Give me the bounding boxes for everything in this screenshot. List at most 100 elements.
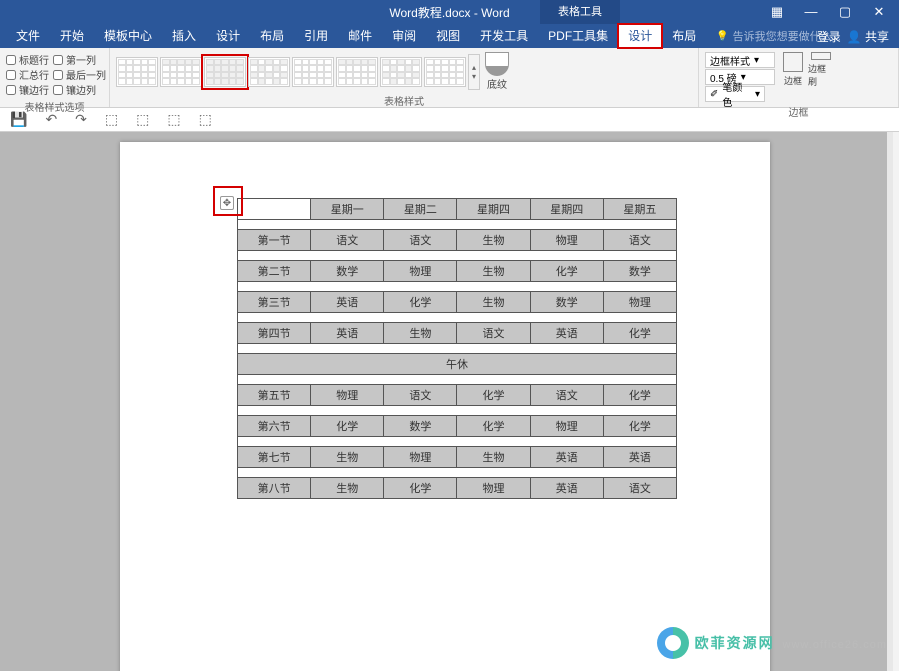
close-icon[interactable]: ✕ (871, 4, 887, 20)
schedule-table[interactable]: 星期一星期二星期四星期四星期五第一节语文语文生物物理语文第二节数学物理生物化学数… (237, 198, 677, 499)
table-cell[interactable]: 化学 (457, 416, 530, 437)
opt-first-col[interactable]: 第一列 (53, 52, 106, 67)
tab-template[interactable]: 模板中心 (94, 24, 162, 48)
tab-insert[interactable]: 插入 (162, 24, 206, 48)
style-thumb-7[interactable] (380, 57, 422, 87)
save-icon[interactable]: 💾 (10, 111, 27, 128)
table-cell[interactable]: 午休 (238, 354, 677, 375)
style-thumb-5[interactable] (292, 57, 334, 87)
table-cell[interactable]: 化学 (603, 416, 676, 437)
table-cell[interactable]: 英语 (530, 447, 603, 468)
tab-table-design[interactable]: 设计 (618, 24, 662, 48)
opt-banded-row[interactable]: 镶边行 (6, 82, 49, 97)
shading-button[interactable]: 底纹 (482, 52, 512, 91)
table-cell[interactable]: 物理 (311, 385, 384, 406)
table-cell[interactable]: 星期四 (457, 199, 530, 220)
table-cell[interactable]: 生物 (457, 292, 530, 313)
table-cell[interactable]: 物理 (457, 478, 530, 499)
table-cell[interactable]: 生物 (311, 447, 384, 468)
table-cell[interactable]: 化学 (530, 261, 603, 282)
tab-references[interactable]: 引用 (294, 24, 338, 48)
table-cell[interactable]: 化学 (384, 478, 457, 499)
borders-button[interactable]: 边框 (780, 52, 806, 88)
tab-design[interactable]: 设计 (206, 24, 250, 48)
login-button[interactable]: 登录 (817, 28, 841, 45)
opt-last-col[interactable]: 最后一列 (53, 67, 106, 82)
maximize-icon[interactable]: ▢ (837, 4, 853, 20)
table-cell[interactable]: 第七节 (238, 447, 311, 468)
table-cell[interactable]: 化学 (457, 385, 530, 406)
table-cell[interactable]: 化学 (311, 416, 384, 437)
table-cell[interactable]: 数学 (384, 416, 457, 437)
table-cell[interactable]: 生物 (457, 447, 530, 468)
table-cell[interactable]: 语文 (384, 230, 457, 251)
table-cell[interactable]: 物理 (530, 230, 603, 251)
qat-icon-5[interactable]: ⬚ (136, 111, 149, 128)
table-cell[interactable]: 化学 (603, 323, 676, 344)
style-thumb-1[interactable] (116, 57, 158, 87)
tab-layout[interactable]: 布局 (250, 24, 294, 48)
table-cell[interactable]: 第五节 (238, 385, 311, 406)
tab-home[interactable]: 开始 (50, 24, 94, 48)
page[interactable]: ✥ 星期一星期二星期四星期四星期五第一节语文语文生物物理语文第二节数学物理生物化… (120, 142, 770, 671)
tab-file[interactable]: 文件 (6, 24, 50, 48)
table-cell[interactable]: 语文 (311, 230, 384, 251)
table-cell[interactable]: 语文 (603, 230, 676, 251)
styles-gallery-expand[interactable]: ▴▾ (468, 54, 480, 90)
table-cell[interactable]: 第六节 (238, 416, 311, 437)
tab-review[interactable]: 审阅 (382, 24, 426, 48)
pen-color-dropdown[interactable]: ✐ 笔颜色 ▾ (705, 86, 765, 102)
style-thumb-3[interactable] (204, 57, 246, 87)
minimize-icon[interactable]: — (803, 4, 819, 20)
table-cell[interactable]: 生物 (457, 261, 530, 282)
style-thumb-6[interactable] (336, 57, 378, 87)
tab-developer[interactable]: 开发工具 (470, 24, 538, 48)
table-cell[interactable]: 物理 (530, 416, 603, 437)
table-cell[interactable]: 第一节 (238, 230, 311, 251)
table-cell[interactable]: 英语 (530, 478, 603, 499)
table-cell[interactable]: 语文 (603, 478, 676, 499)
share-button[interactable]: 👤 共享 (847, 28, 889, 45)
redo-icon[interactable]: ↷ (75, 111, 87, 128)
opt-total-row[interactable]: 汇总行 (6, 67, 49, 82)
table-cell[interactable]: 英语 (311, 292, 384, 313)
vertical-scrollbar[interactable] (887, 132, 893, 671)
table-cell[interactable]: 物理 (384, 447, 457, 468)
tab-pdf[interactable]: PDF工具集 (538, 24, 618, 48)
border-style-dropdown[interactable]: 边框样式 ▾ (705, 52, 775, 68)
table-cell[interactable]: 化学 (384, 292, 457, 313)
table-cell[interactable]: 英语 (603, 447, 676, 468)
table-cell[interactable]: 数学 (603, 261, 676, 282)
tab-view[interactable]: 视图 (426, 24, 470, 48)
table-cell[interactable]: 生物 (384, 323, 457, 344)
qat-icon-6[interactable]: ⬚ (167, 111, 180, 128)
table-cell[interactable]: 语文 (530, 385, 603, 406)
table-cell[interactable]: 物理 (603, 292, 676, 313)
ribbon-display-icon[interactable]: ▦ (769, 4, 785, 20)
table-cell[interactable]: 数学 (311, 261, 384, 282)
style-thumb-8[interactable] (424, 57, 466, 87)
opt-header-row[interactable]: 标题行 (6, 52, 49, 67)
table-cell[interactable]: 星期二 (384, 199, 457, 220)
table-cell[interactable]: 星期四 (530, 199, 603, 220)
table-cell[interactable]: 化学 (603, 385, 676, 406)
table-cell[interactable]: 第八节 (238, 478, 311, 499)
style-thumb-4[interactable] (248, 57, 290, 87)
tab-mailings[interactable]: 邮件 (338, 24, 382, 48)
table-cell[interactable]: 英语 (530, 323, 603, 344)
table-cell[interactable]: 生物 (311, 478, 384, 499)
table-cell[interactable]: 第三节 (238, 292, 311, 313)
border-painter-button[interactable]: 边框刷 (808, 52, 834, 88)
table-cell[interactable]: 物理 (384, 261, 457, 282)
table-cell[interactable]: 语文 (384, 385, 457, 406)
table-cell[interactable]: 语文 (457, 323, 530, 344)
qat-icon-7[interactable]: ⬚ (199, 111, 212, 128)
style-thumb-2[interactable] (160, 57, 202, 87)
opt-banded-col[interactable]: 镶边列 (53, 82, 106, 97)
table-cell[interactable]: 数学 (530, 292, 603, 313)
table-cell[interactable]: 第四节 (238, 323, 311, 344)
undo-icon[interactable]: ↶ (45, 111, 57, 128)
qat-icon-4[interactable]: ⬚ (105, 111, 118, 128)
table-cell[interactable]: 星期五 (603, 199, 676, 220)
table-cell[interactable]: 英语 (311, 323, 384, 344)
